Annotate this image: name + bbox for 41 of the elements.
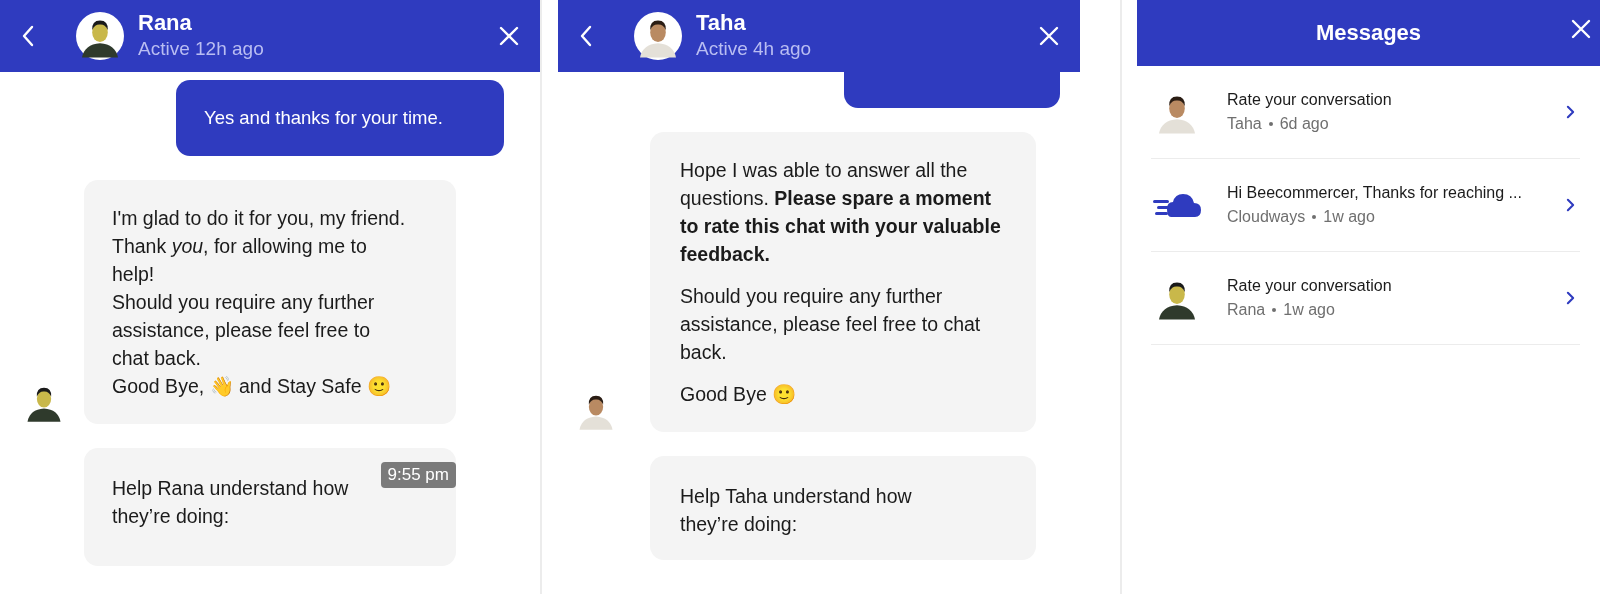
- back-icon[interactable]: [20, 24, 36, 48]
- conversation-item[interactable]: Rate your conversation Rana 1w ago: [1151, 252, 1580, 345]
- message-text: Yes and thanks for your time.: [204, 106, 444, 130]
- close-icon[interactable]: [498, 25, 520, 47]
- message-time: 1w ago: [1323, 208, 1375, 226]
- separator-dot: [1268, 122, 1273, 126]
- avatar: [76, 12, 124, 60]
- chevron-icon: [1565, 291, 1575, 305]
- message-text: Thank you, for allowing me to help!: [112, 234, 368, 287]
- sender-name: Rana: [1227, 301, 1266, 319]
- message-text: Should you require any further assistance, please feel free to chat back.: [112, 290, 376, 371]
- message-text: Help Taha understand how they’re doing:: [680, 484, 913, 537]
- sender-name: Taha: [1227, 115, 1262, 133]
- close-icon[interactable]: [1038, 25, 1060, 47]
- activity-status: Active 12h ago: [138, 37, 264, 61]
- separator-dot: [1312, 215, 1317, 219]
- activity-status: Active 4h ago: [696, 37, 812, 61]
- message-text: Good Bye, 👋 and Stay Safe 🙂: [112, 374, 392, 399]
- conversation-title: Rate your conversation: [1227, 277, 1393, 295]
- sender-name: Cloudways: [1227, 208, 1306, 226]
- contact-name: Taha: [696, 10, 747, 36]
- chevron-icon: [1565, 105, 1575, 119]
- message-text: Should you require any further assistance, please feel free to chat back.: [680, 284, 982, 365]
- conversation-title: Hi Beecommercer, Thanks for reaching ...: [1227, 184, 1523, 202]
- inbox-title: Messages: [1315, 20, 1422, 46]
- timestamp-tooltip: 9:55 pm: [380, 462, 456, 488]
- contact-name: Rana: [138, 10, 193, 36]
- message-text: I'm glad to do it for you, my friend.: [112, 206, 406, 231]
- separator-dot: [1272, 308, 1277, 312]
- conversation-item[interactable]: Hi Beecommercer, Thanks for reaching ... Cloudways 1w ago: [1151, 159, 1580, 252]
- close-icon[interactable]: [1570, 18, 1592, 40]
- conversation-item[interactable]: Rate your conversation Taha 6d ago: [1151, 66, 1580, 159]
- conversation-title: Rate your conversation: [1227, 91, 1393, 109]
- chevron-icon: [1565, 198, 1575, 212]
- message-time: 6d ago: [1279, 115, 1329, 133]
- message-text: Help Rana understand how they’re doing:: [112, 476, 350, 529]
- back-icon[interactable]: [578, 24, 594, 48]
- message-text: Good Bye 🙂: [680, 382, 798, 407]
- message-time: 1w ago: [1283, 301, 1335, 319]
- avatar: [634, 12, 682, 60]
- message-text: Hope I was able to answer all the questions. Please spare a moment to rate this chat with your valuable feedback.: [680, 158, 1002, 267]
